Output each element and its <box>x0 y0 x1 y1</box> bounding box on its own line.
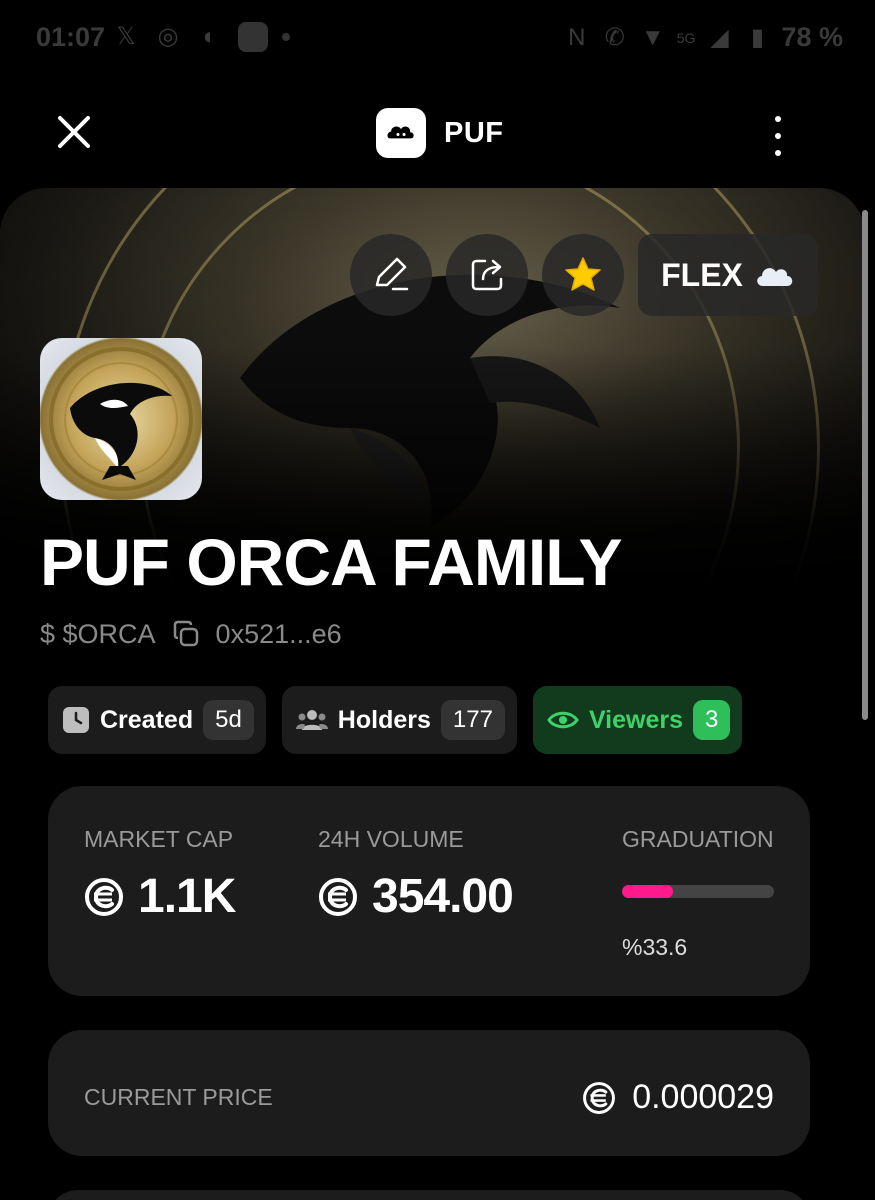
token-stats-card: MARKET CAP 1.1K 24H VOLUME 354.00 GRADUA… <box>48 786 810 996</box>
holders-chip[interactable]: Holders 177 <box>281 686 517 754</box>
volume-value: 354.00 <box>372 870 514 923</box>
header-title: PUF <box>444 116 504 149</box>
status-time: 01:07 <box>36 22 106 52</box>
clock-icon <box>63 707 89 733</box>
network-type: 5G <box>676 29 696 46</box>
market-cap-value: 1.1K <box>138 870 236 923</box>
currency-coin-icon <box>85 877 123 916</box>
status-notification-icons: 𝕏 ◎ ◐ <box>112 22 290 52</box>
created-label: Created <box>100 705 194 734</box>
viewers-chip: Viewers 3 <box>532 686 743 754</box>
market-cap-stat: MARKET CAP 1.1K <box>84 826 236 924</box>
close-icon <box>58 116 90 148</box>
token-avatar <box>40 338 202 500</box>
flex-button[interactable]: FLEX <box>638 234 818 316</box>
wifi-icon: ▼ <box>640 23 665 51</box>
copy-icon[interactable] <box>170 618 202 650</box>
x-app-icon: 𝕏 <box>116 23 136 50</box>
close-button[interactable] <box>52 110 96 154</box>
current-price-value-row: 0.000029 <box>582 1078 774 1117</box>
favorite-button[interactable] <box>542 234 624 316</box>
created-chip: Created 5d <box>48 686 266 754</box>
market-cap-label: MARKET CAP <box>84 826 234 852</box>
share-button[interactable] <box>446 234 528 316</box>
viewers-value-badge: 3 <box>693 700 731 740</box>
cloud-icon <box>757 268 793 286</box>
coinmarketcap-icon: ◎ <box>157 23 179 50</box>
status-bar: 01:07 𝕏 ◎ ◐ N ✆ ▼ 5G ◢ ▮ 78 % <box>0 0 875 76</box>
volume-label: 24H VOLUME <box>318 826 464 852</box>
header-brand: PUF <box>376 108 504 158</box>
nfc-icon: N <box>568 23 586 51</box>
share-icon <box>471 259 503 291</box>
current-price-card: CURRENT PRICE 0.000029 <box>48 1030 810 1156</box>
token-ticker: $ $ORCA <box>40 618 156 649</box>
current-price-value: 0.000029 <box>632 1078 774 1116</box>
market-cap-value-row: 1.1K <box>84 869 236 924</box>
more-dot-icon <box>775 150 781 156</box>
more-options-button[interactable] <box>764 116 792 156</box>
currency-coin-icon <box>583 1081 616 1114</box>
graduation-progress-bar <box>622 885 774 898</box>
current-price-label: CURRENT PRICE <box>84 1084 273 1110</box>
shield-icon: ◐ <box>202 23 218 50</box>
orca-coin-avatar-image <box>49 347 193 491</box>
banner-actions: FLEX <box>350 234 818 316</box>
viewers-label: Viewers <box>588 705 683 734</box>
flex-button-label: FLEX <box>661 256 743 293</box>
users-icon <box>295 710 328 730</box>
app-notification-icon <box>238 22 268 52</box>
more-notifications-dot-icon <box>282 33 290 41</box>
volume-stat: 24H VOLUME 354.00 <box>318 826 514 924</box>
signal-icon: ◢ <box>710 23 729 51</box>
volume-value-row: 354.00 <box>318 869 514 924</box>
holders-value-badge: 177 <box>440 700 505 740</box>
puf-logo-icon <box>376 108 426 158</box>
eye-icon <box>547 711 579 729</box>
wifi-call-icon: ✆ <box>604 23 625 51</box>
graduation-progress-fill <box>622 885 674 898</box>
token-contract-address[interactable]: 0x521...e6 <box>216 619 342 650</box>
edit-button[interactable] <box>350 234 432 316</box>
graduation-stat: GRADUATION %33.6 <box>622 826 774 961</box>
graduation-label: GRADUATION <box>622 826 774 852</box>
battery-icon: ▮ <box>750 23 765 51</box>
token-info-chips: Created 5d Holders 177 Viewers 3 <box>48 686 743 754</box>
graduation-percent: %33.6 <box>622 934 688 960</box>
currency-coin-icon <box>319 877 357 916</box>
created-value-badge: 5d <box>203 700 254 740</box>
token-subtitle: $ $ORCA 0x521...e6 <box>40 618 342 650</box>
status-system-icons: N ✆ ▼ 5G ◢ ▮ 78 % <box>563 22 843 53</box>
token-name: PUF ORCA FAMILY <box>40 525 622 599</box>
next-section-card <box>48 1190 810 1200</box>
more-dot-icon <box>775 116 781 122</box>
app-header: PUF <box>0 90 875 180</box>
holders-label: Holders <box>337 705 431 734</box>
star-icon <box>565 257 601 291</box>
battery-level: 78 % <box>781 22 843 52</box>
scrollbar[interactable] <box>862 210 868 720</box>
more-dot-icon <box>775 133 781 139</box>
edit-pencil-icon <box>375 257 409 291</box>
